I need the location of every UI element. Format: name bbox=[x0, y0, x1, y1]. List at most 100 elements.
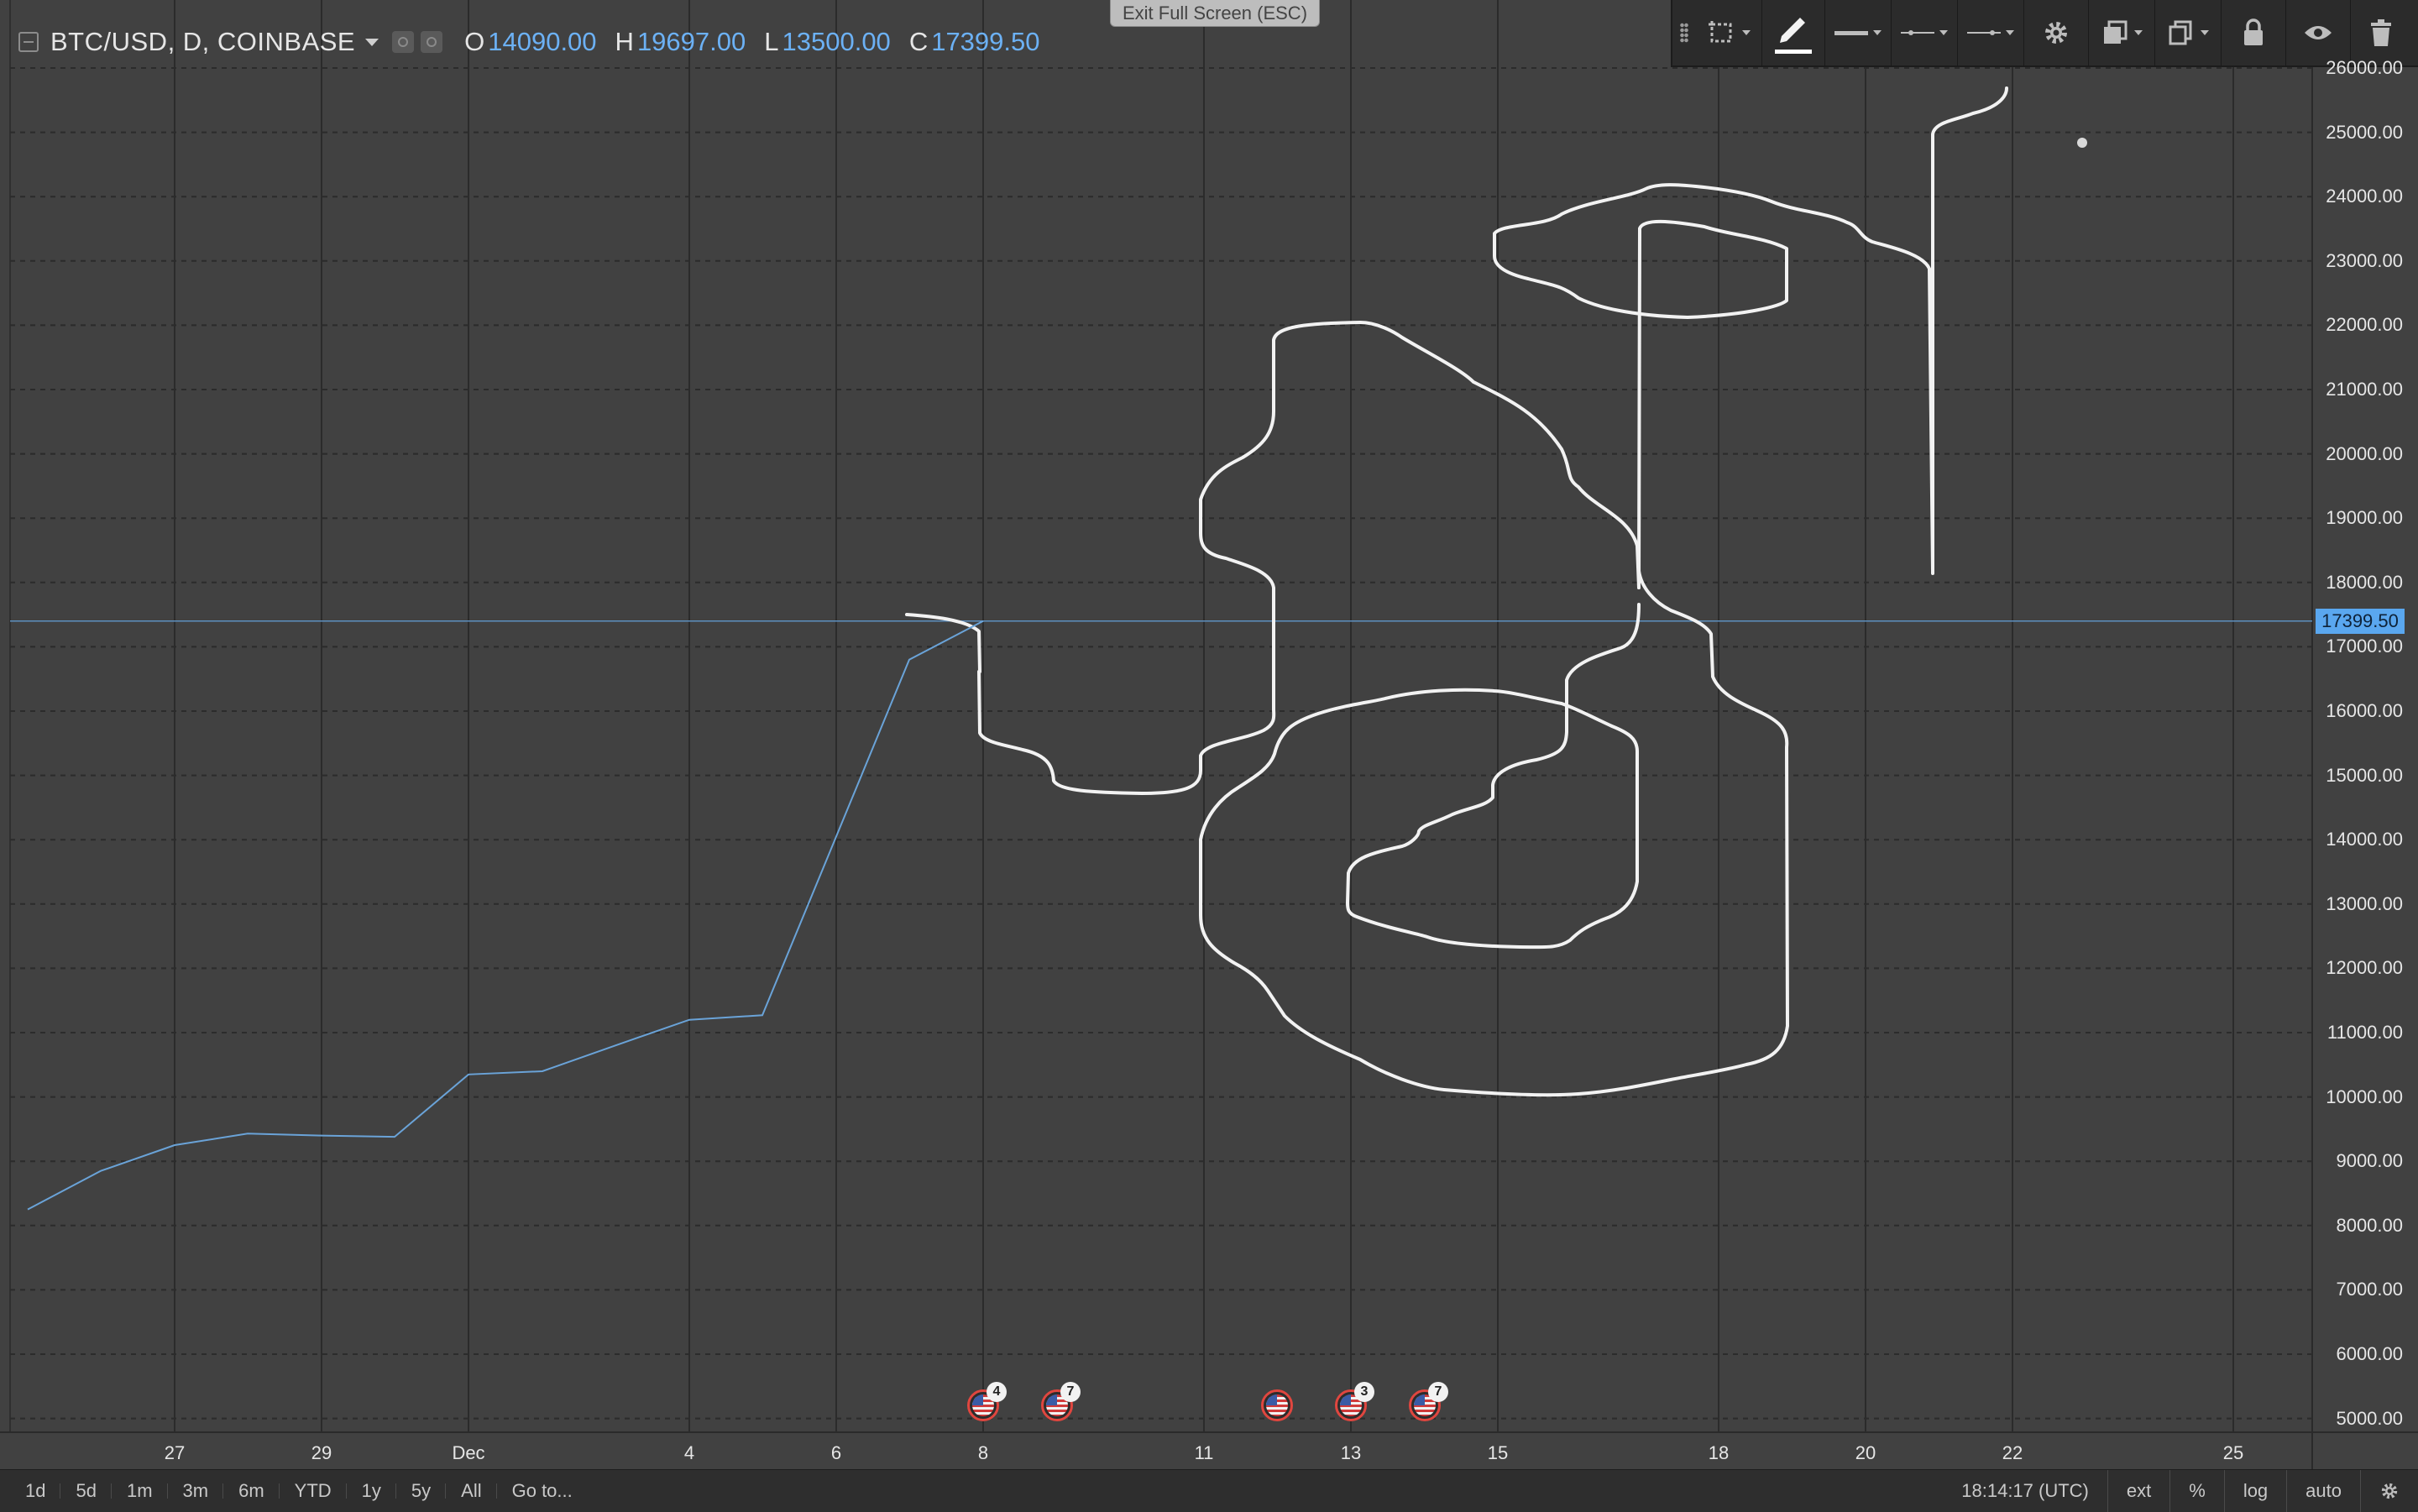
price-tick-label: 21000.00 bbox=[2326, 379, 2403, 400]
gear-icon[interactable] bbox=[421, 31, 443, 53]
price-tick-label: 23000.00 bbox=[2326, 249, 2403, 271]
economic-event-marker[interactable]: 3 bbox=[1335, 1382, 1374, 1421]
price-tick-label: 25000.00 bbox=[2326, 121, 2403, 143]
event-count-badge: 4 bbox=[987, 1382, 1007, 1402]
layers-button[interactable] bbox=[2089, 0, 2155, 66]
event-count-badge: 3 bbox=[1354, 1382, 1374, 1402]
price-axis[interactable]: 26000.00 25000.00 24000.00 23000.00 22000.00… bbox=[2312, 50, 2418, 1436]
price-tick-label: 19000.00 bbox=[2326, 507, 2403, 529]
price-tick-label: 18000.00 bbox=[2326, 571, 2403, 593]
economic-event-marker[interactable]: 4 bbox=[967, 1382, 1007, 1421]
brush-button[interactable] bbox=[1762, 0, 1825, 66]
auto-scale-toggle[interactable]: auto bbox=[2286, 1470, 2360, 1512]
price-tick-label: 13000.00 bbox=[2326, 892, 2403, 914]
ohlc-key: C bbox=[908, 27, 929, 56]
ohlc-key: L bbox=[764, 27, 779, 56]
ohlc-item: O 14090.00 bbox=[464, 27, 596, 57]
time-axis[interactable]: 27 29 Dec 4 6 8 11 13 15 18 20 22 25 bbox=[0, 1432, 2312, 1469]
price-tick-label: 6000.00 bbox=[2336, 1343, 2403, 1364]
line-thickness-icon bbox=[1834, 31, 1868, 35]
date-range-buttons: 1d 5d 1m 3m 6m YTD 1y 5y All Go to... bbox=[0, 1470, 588, 1512]
ohlc-value: 13500.00 bbox=[782, 27, 891, 56]
time-tick-label: 20 bbox=[1855, 1442, 1876, 1463]
chevron-down-icon bbox=[2006, 30, 2014, 35]
collapse-legend-icon[interactable] bbox=[18, 32, 39, 52]
price-tick-label: 8000.00 bbox=[2336, 1214, 2403, 1236]
time-tick-label: 25 bbox=[2222, 1442, 2244, 1463]
time-tick-label: 15 bbox=[1487, 1442, 1509, 1463]
symbol-legend: BTC/USD, D, COINBASE O 14090.00 H 19697.00 L… bbox=[18, 24, 1040, 60]
trading-chart-app: BTC/USD, D, COINBASE O 14090.00 H 19697.00 L… bbox=[0, 0, 2418, 1512]
lock-icon bbox=[2244, 18, 2263, 45]
time-tick-label: 18 bbox=[1708, 1442, 1730, 1463]
price-tick-label: 14000.00 bbox=[2326, 829, 2403, 850]
economic-event-marker[interactable] bbox=[1261, 1389, 1293, 1421]
range-button[interactable]: 1d bbox=[10, 1470, 61, 1512]
event-count-badge: 7 bbox=[1428, 1382, 1448, 1402]
range-button[interactable]: 6m bbox=[223, 1470, 280, 1512]
event-count-badge: 7 bbox=[1060, 1382, 1081, 1402]
range-button[interactable]: All bbox=[446, 1470, 498, 1512]
trash-icon bbox=[2371, 19, 2391, 46]
gear-icon bbox=[2045, 22, 2067, 44]
range-button[interactable]: 1y bbox=[347, 1470, 397, 1512]
line-end-icon bbox=[1967, 30, 2001, 35]
utc-clock[interactable]: 18:14:17 (UTC) bbox=[1943, 1470, 2107, 1512]
price-tick-label: 24000.00 bbox=[2326, 186, 2403, 207]
price-tick-label: 9000.00 bbox=[2336, 1150, 2403, 1172]
selection-button[interactable] bbox=[1696, 0, 1762, 66]
selection-icon bbox=[1709, 21, 1732, 43]
chevron-down-icon bbox=[2134, 30, 2143, 35]
line-end-button[interactable] bbox=[1958, 0, 2024, 66]
price-tick-label: 7000.00 bbox=[2336, 1279, 2403, 1300]
plot-background bbox=[10, 0, 2312, 1432]
price-tick-label: 17000.00 bbox=[2326, 636, 2403, 657]
settings-button[interactable] bbox=[2024, 0, 2089, 66]
range-button[interactable]: 1m bbox=[112, 1470, 168, 1512]
drag-handle-icon[interactable] bbox=[1672, 0, 1696, 66]
extended-hours-toggle[interactable]: ext bbox=[2107, 1470, 2169, 1512]
chevron-down-icon bbox=[1939, 30, 1948, 35]
drawing-toolbar bbox=[1671, 0, 2418, 67]
chevron-down-icon[interactable] bbox=[365, 38, 379, 46]
bottom-toolbar: 1d 5d 1m 3m 6m YTD 1y 5y All Go to... 18:14:17 (U… bbox=[0, 1469, 2418, 1512]
time-tick-label: Dec bbox=[452, 1442, 485, 1463]
time-tick-label: 6 bbox=[830, 1442, 842, 1463]
chart-settings-button[interactable] bbox=[2360, 1470, 2418, 1512]
line-thickness-button[interactable] bbox=[1825, 0, 1892, 66]
last-price-label: 17399.50 bbox=[2316, 608, 2405, 634]
price-tick-label: 10000.00 bbox=[2326, 1086, 2403, 1107]
range-button[interactable]: Go to... bbox=[497, 1470, 588, 1512]
time-tick-label: 22 bbox=[2002, 1442, 2023, 1463]
chart-grid bbox=[0, 0, 2418, 1469]
economic-event-marker[interactable]: 7 bbox=[1041, 1382, 1081, 1421]
brush-icon bbox=[1775, 18, 1812, 54]
line-style-button[interactable] bbox=[1892, 0, 1958, 66]
eye-icon[interactable] bbox=[392, 31, 415, 53]
price-tick-label: 22000.00 bbox=[2326, 314, 2403, 336]
time-tick-label: 27 bbox=[164, 1442, 186, 1463]
exit-fullscreen-button[interactable]: Exit Full Screen (ESC) bbox=[1110, 0, 1320, 27]
percent-scale-toggle[interactable]: % bbox=[2169, 1470, 2224, 1512]
log-scale-toggle[interactable]: log bbox=[2223, 1470, 2286, 1512]
range-button[interactable]: 5d bbox=[60, 1470, 113, 1512]
symbol-label[interactable]: BTC/USD, D, COINBASE bbox=[50, 27, 355, 57]
price-tick-label: 5000.00 bbox=[2336, 1407, 2403, 1429]
clone-button[interactable] bbox=[2155, 0, 2222, 66]
price-tick-label: 16000.00 bbox=[2326, 700, 2403, 721]
chart-canvas[interactable] bbox=[0, 0, 2418, 1511]
price-tick-label: 11000.00 bbox=[2326, 1022, 2403, 1043]
ohlc-value: 19697.00 bbox=[636, 27, 746, 56]
range-button[interactable]: YTD bbox=[280, 1470, 347, 1512]
ohlc-value: 14090.00 bbox=[488, 27, 597, 56]
chart-pane[interactable] bbox=[0, 0, 2418, 1511]
chevron-down-icon bbox=[2201, 30, 2209, 35]
lock-button[interactable] bbox=[2222, 0, 2286, 66]
time-tick-label: 11 bbox=[1194, 1442, 1214, 1463]
price-tick-label: 26000.00 bbox=[2326, 57, 2403, 78]
economic-event-marker[interactable]: 7 bbox=[1409, 1382, 1448, 1421]
range-button[interactable]: 3m bbox=[168, 1470, 224, 1512]
time-tick-label: 13 bbox=[1340, 1442, 1362, 1463]
range-button[interactable]: 5y bbox=[396, 1470, 447, 1512]
price-tick-label: 20000.00 bbox=[2326, 442, 2403, 464]
